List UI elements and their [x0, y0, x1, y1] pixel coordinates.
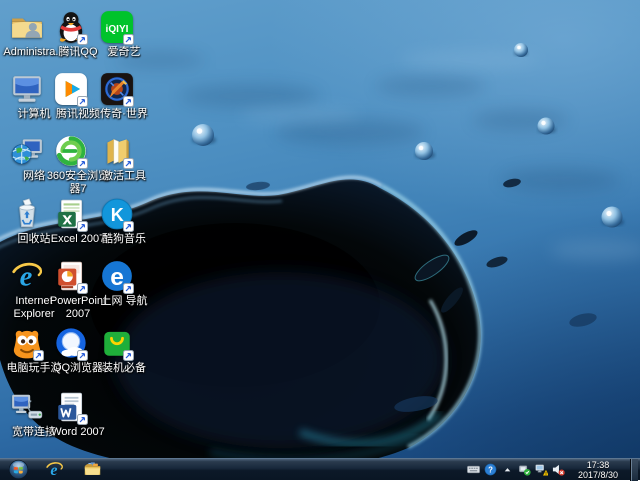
desktop-icon-360-secure-browser[interactable]: 360安全浏览器7	[47, 134, 109, 196]
desktop-icon-iqiyi[interactable]: iQIYI 爱奇艺	[100, 10, 148, 59]
shortcut-arrow-overlay	[77, 283, 88, 294]
desktop-icon-essential-apps[interactable]: 装机必备	[100, 326, 148, 375]
windows-explorer-taskbar[interactable]	[79, 460, 105, 480]
desktop-icon-web-navigation[interactable]: e 上网 导航	[100, 259, 148, 308]
show-desktop-button[interactable]	[630, 458, 638, 481]
shortcut-arrow-overlay	[123, 158, 134, 169]
app-bag-icon	[100, 326, 148, 361]
word-icon	[54, 390, 102, 425]
explorer-folder-icon	[84, 462, 100, 475]
recycle-bin-icon	[10, 197, 58, 231]
navigation-e-icon: e	[100, 259, 148, 294]
ie-icon: e	[10, 259, 58, 293]
shortcut-arrow-overlay	[123, 34, 134, 45]
shortcut-arrow-overlay	[77, 221, 88, 232]
icon-label: 激活工具	[102, 170, 146, 182]
clock-time: 17:38	[586, 459, 610, 470]
windows-orb-icon	[8, 459, 28, 480]
desktop-icon-legend-world-game[interactable]: 传奇·世界	[100, 72, 148, 121]
input-keyboard-icon[interactable]	[466, 463, 480, 477]
icon-label: 上网 导航	[100, 295, 148, 307]
shortcut-arrow-overlay	[77, 350, 88, 361]
taskbar-clock[interactable]: 17:38 2017/8/30	[572, 460, 624, 480]
safely-remove-check-icon[interactable]	[517, 463, 531, 477]
desktop-icon-area: Administra... 腾讯QQ iQIYI 爱奇艺 计算机 腾讯视频 传奇…	[0, 0, 640, 458]
desktop-icon-powerpoint-2007[interactable]: PowerPoint 2007	[50, 259, 106, 321]
internet-explorer-taskbar[interactable]: e	[41, 460, 67, 480]
powerpoint-icon	[54, 259, 102, 294]
start-button[interactable]	[5, 459, 31, 481]
volume-muted-icon[interactable]	[551, 463, 565, 477]
tencent-video-icon	[54, 72, 102, 107]
icon-label: 装机必备	[102, 362, 146, 374]
shortcut-arrow-overlay	[123, 350, 134, 361]
shortcut-arrow-overlay	[77, 158, 88, 169]
desktop-icon-word-2007[interactable]: Word 2007	[51, 390, 105, 439]
shortcut-arrow-overlay	[77, 34, 88, 45]
help-question-icon[interactable]: ?	[483, 463, 497, 477]
taskbar: e ? 17:38 2017/8/30	[0, 458, 640, 481]
shortcut-arrow-overlay	[77, 96, 88, 107]
open-folder-icon	[100, 134, 148, 169]
icon-label: 酷狗音乐	[102, 233, 146, 245]
svg-text:K: K	[111, 205, 124, 225]
pinned-taskbar-icons: e	[41, 460, 105, 480]
hidden-icons-arrow[interactable]	[500, 463, 514, 477]
windows-desktop: { "desktop": { "icons": [ {"name":"admin…	[0, 0, 640, 481]
user-folder-icon	[10, 10, 58, 44]
shortcut-arrow-overlay	[77, 414, 88, 425]
kugou-icon: K	[100, 197, 148, 232]
system-tray: ? 17:38 2017/8/30	[466, 458, 640, 481]
shortcut-arrow-overlay	[123, 221, 134, 232]
broadband-icon	[10, 390, 58, 424]
clock-date: 2017/8/30	[577, 469, 619, 480]
qq-browser-icon	[54, 326, 102, 361]
game-icon	[100, 72, 148, 107]
browser-360-icon	[54, 134, 102, 169]
computer-icon	[10, 72, 58, 106]
network-icon	[10, 134, 58, 168]
shortcut-arrow-overlay	[33, 350, 44, 361]
shortcut-arrow-overlay	[123, 96, 134, 107]
desktop-icon-kugou-music[interactable]: K 酷狗音乐	[100, 197, 148, 246]
mobile-game-icon	[10, 326, 58, 361]
ie-icon: e	[45, 462, 63, 479]
svg-text:e: e	[110, 264, 124, 291]
excel-icon	[54, 197, 102, 232]
shortcut-arrow-overlay	[123, 283, 134, 294]
qq-penguin-icon	[54, 10, 102, 45]
svg-text:?: ?	[488, 465, 493, 474]
icon-label: Word 2007	[51, 426, 105, 438]
icon-label: 爱奇艺	[107, 46, 141, 58]
network-warning-icon[interactable]	[534, 463, 548, 477]
icon-label: 传奇·世界	[100, 108, 148, 120]
iqiyi-icon: iQIYI	[100, 10, 148, 45]
desktop-icon-activation-tool[interactable]: 激活工具	[100, 134, 148, 183]
tray-icons: ?	[466, 463, 565, 477]
